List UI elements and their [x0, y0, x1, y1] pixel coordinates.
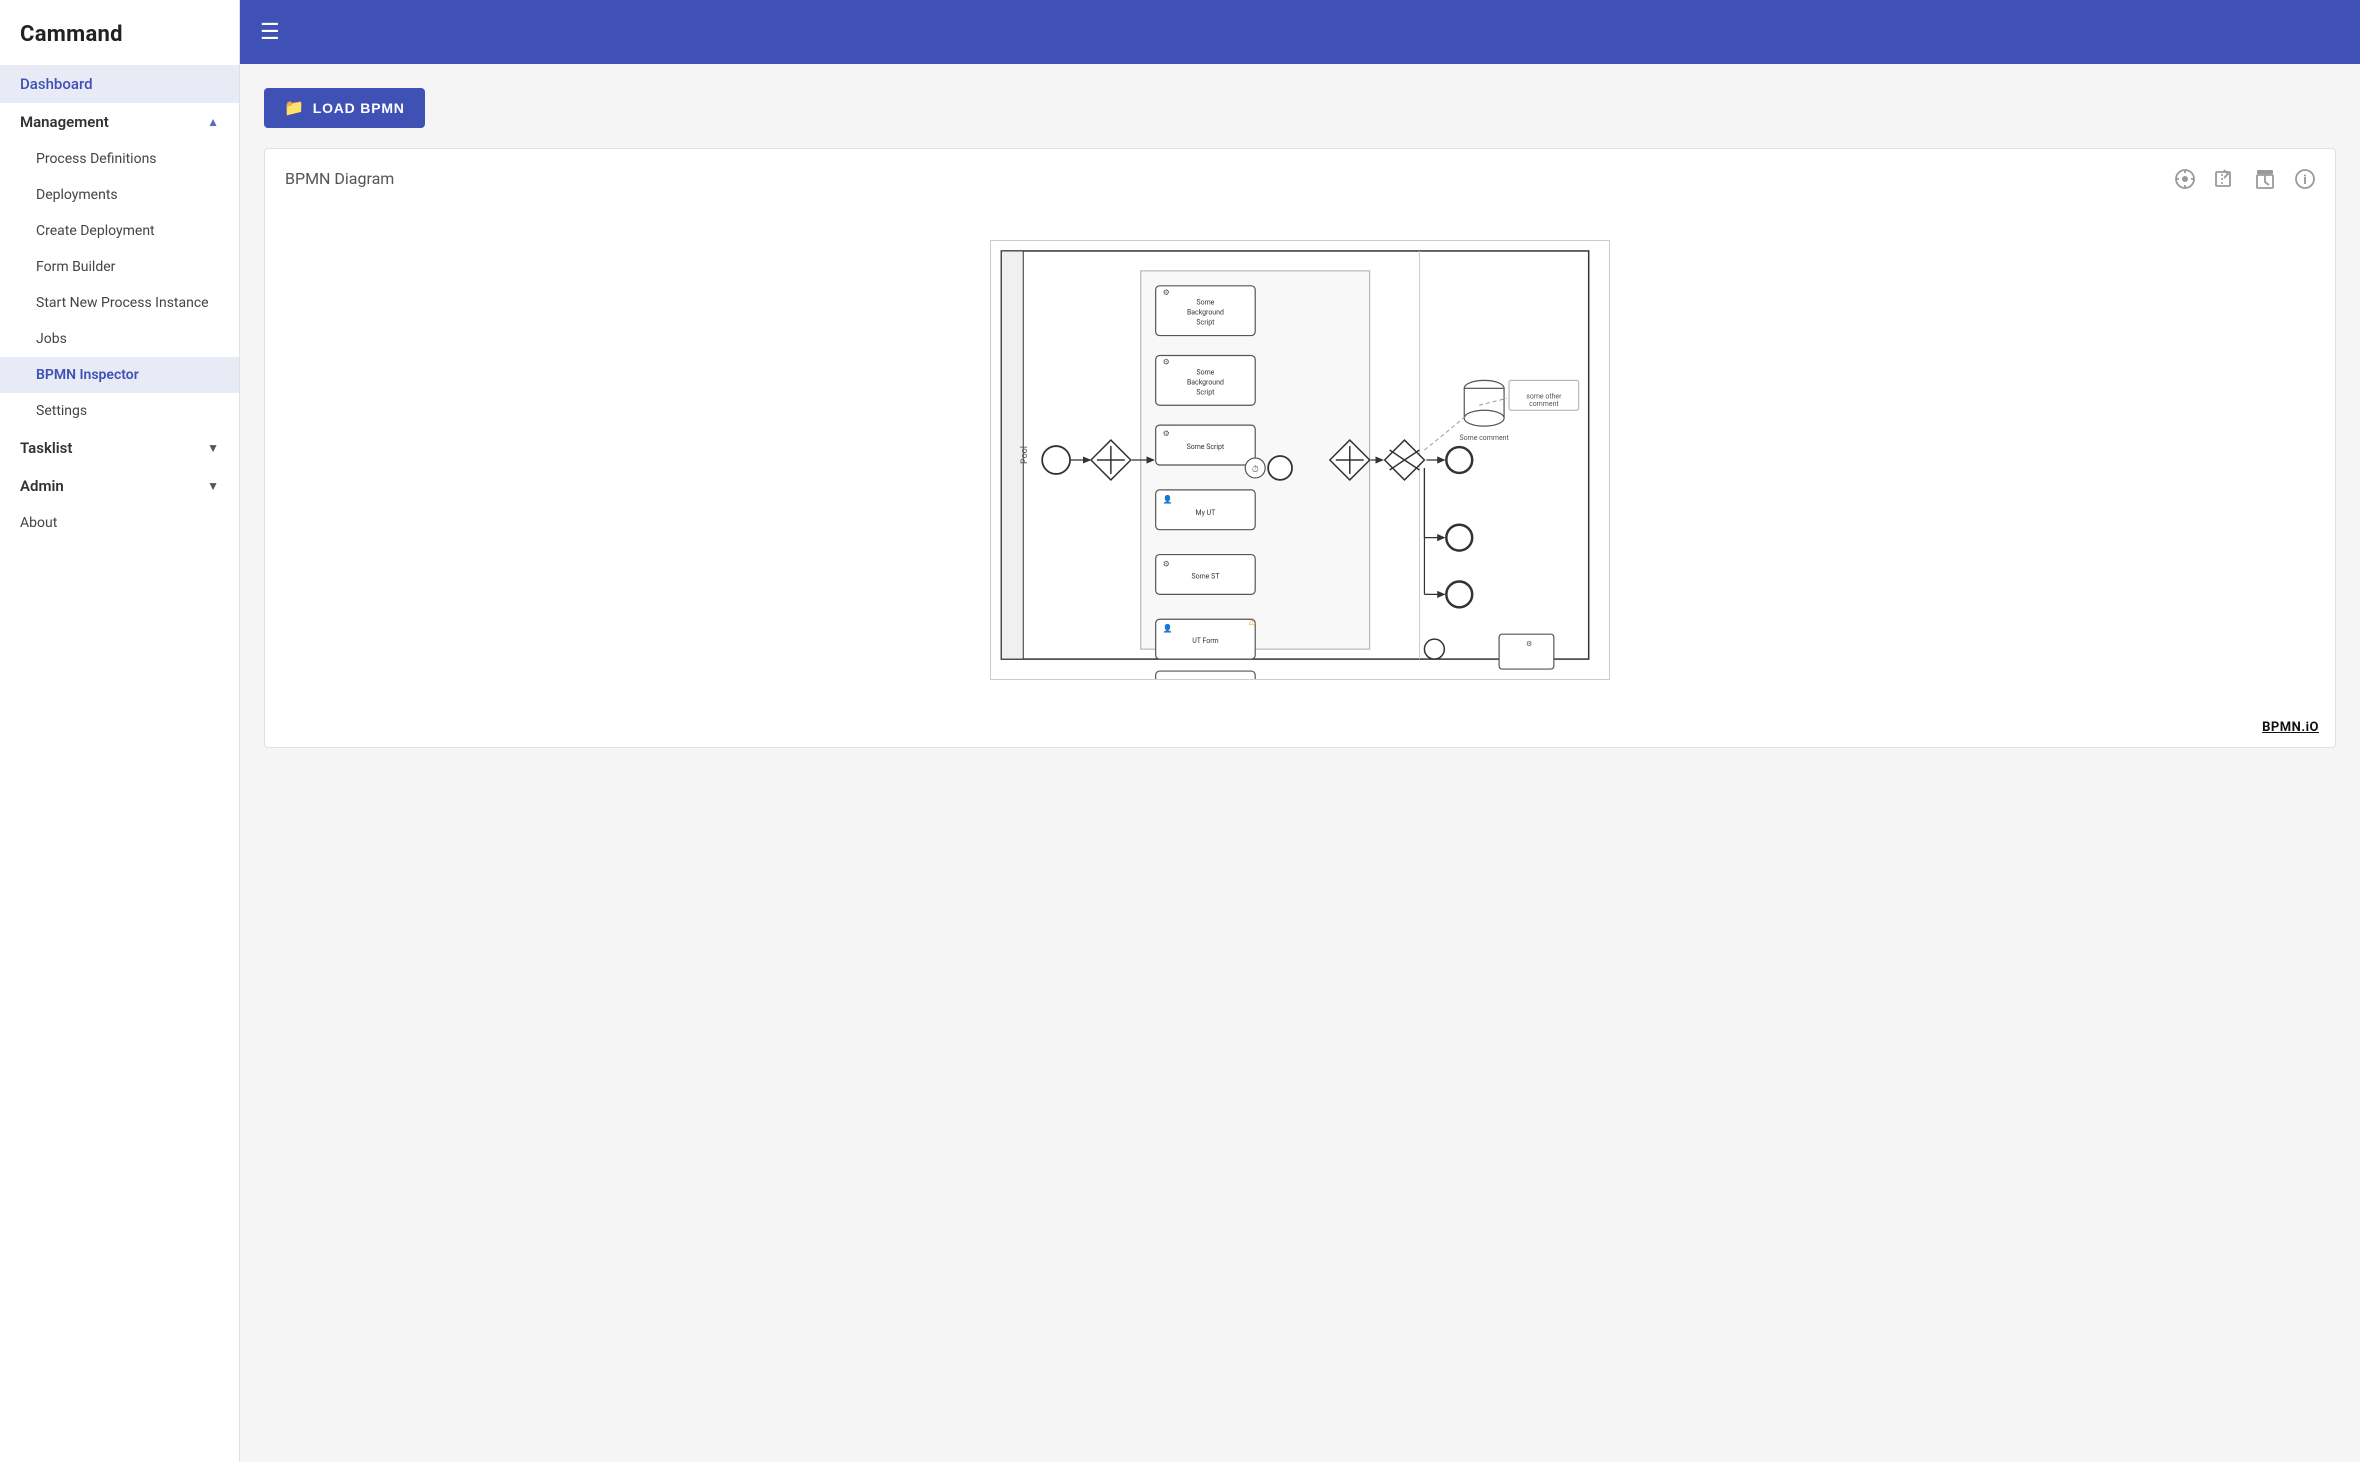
- hamburger-icon[interactable]: ☰: [260, 20, 280, 45]
- center-icon[interactable]: [2171, 165, 2199, 193]
- svg-text:👤: 👤: [1163, 623, 1173, 633]
- info-icon[interactable]: i: [2291, 165, 2319, 193]
- svg-text:⚙: ⚙: [1526, 640, 1532, 648]
- admin-chevron-icon: ▼: [207, 479, 219, 493]
- sidebar-item-start-new-process-instance[interactable]: Start New Process Instance: [0, 285, 239, 321]
- svg-text:⏱: ⏱: [1252, 465, 1259, 475]
- load-bpmn-button[interactable]: 📁 LOAD BPMN: [264, 88, 425, 128]
- svg-text:⚙: ⚙: [1163, 357, 1170, 366]
- sidebar-section-tasklist[interactable]: Tasklist ▼: [0, 429, 239, 467]
- svg-text:UT Form: UT Form: [1192, 637, 1218, 645]
- bpmn-diagram-area[interactable]: Pool: [285, 200, 2315, 720]
- svg-text:Some: Some: [1196, 299, 1214, 307]
- content-area: 📁 LOAD BPMN BPMN Diagram: [240, 64, 2360, 1462]
- svg-text:Some: Some: [1196, 368, 1214, 376]
- management-label: Management: [20, 113, 109, 131]
- sidebar-item-jobs[interactable]: Jobs: [0, 321, 239, 357]
- management-items: Process Definitions Deployments Create D…: [0, 141, 239, 429]
- bpmnio-watermark: BPMN.iO: [2262, 720, 2319, 735]
- svg-text:some other: some other: [1526, 392, 1562, 400]
- load-bpmn-label: LOAD BPMN: [313, 100, 405, 116]
- svg-text:Some Script: Some Script: [1187, 443, 1225, 451]
- svg-text:i: i: [2303, 173, 2306, 188]
- timer-icon[interactable]: [2251, 165, 2279, 193]
- svg-text:comment: comment: [1529, 400, 1559, 408]
- sidebar-item-form-builder[interactable]: Form Builder: [0, 249, 239, 285]
- topbar: ☰: [240, 0, 2360, 64]
- svg-text:Pool: Pool: [1020, 446, 1030, 464]
- sidebar-item-create-deployment[interactable]: Create Deployment: [0, 213, 239, 249]
- sidebar-section-management[interactable]: Management ▲: [0, 103, 239, 141]
- sidebar-item-dashboard[interactable]: Dashboard: [0, 65, 239, 103]
- sidebar: Cammand Dashboard Management ▲ Process D…: [0, 0, 240, 1462]
- svg-text:⚙: ⚙: [1163, 560, 1170, 569]
- svg-text:⚙: ⚙: [1163, 429, 1170, 438]
- svg-text:Script: Script: [1196, 319, 1215, 327]
- svg-text:⚠: ⚠: [1248, 617, 1256, 627]
- export-icon[interactable]: [2211, 165, 2239, 193]
- sidebar-item-deployments[interactable]: Deployments: [0, 177, 239, 213]
- sidebar-item-about[interactable]: About: [0, 505, 239, 541]
- sidebar-item-settings[interactable]: Settings: [0, 393, 239, 429]
- management-chevron-icon: ▲: [207, 115, 219, 129]
- admin-label: Admin: [20, 477, 64, 495]
- svg-text:👤: 👤: [1163, 494, 1173, 504]
- bpmn-toolbar-icons: i: [2171, 165, 2319, 193]
- bpmn-card-title: BPMN Diagram: [285, 169, 2315, 188]
- bpmn-card: BPMN Diagram: [264, 148, 2336, 748]
- svg-text:My UT: My UT: [1196, 509, 1216, 517]
- app-title: Cammand: [0, 0, 239, 65]
- folder-icon: 📁: [284, 98, 305, 118]
- tasklist-chevron-icon: ▼: [207, 441, 219, 455]
- sidebar-item-process-definitions[interactable]: Process Definitions: [0, 141, 239, 177]
- tasklist-label: Tasklist: [20, 439, 72, 457]
- svg-text:⚙: ⚙: [1163, 288, 1170, 297]
- svg-text:Some ST: Some ST: [1191, 572, 1219, 580]
- svg-text:Background: Background: [1187, 378, 1224, 386]
- main-content: ☰ 📁 LOAD BPMN BPMN Diagram: [240, 0, 2360, 1462]
- svg-text:Background: Background: [1187, 309, 1224, 317]
- svg-text:Script: Script: [1196, 388, 1215, 396]
- svg-text:Some comment: Some comment: [1460, 434, 1510, 442]
- sidebar-item-bpmn-inspector[interactable]: BPMN Inspector: [0, 357, 239, 393]
- sidebar-section-admin[interactable]: Admin ▼: [0, 467, 239, 505]
